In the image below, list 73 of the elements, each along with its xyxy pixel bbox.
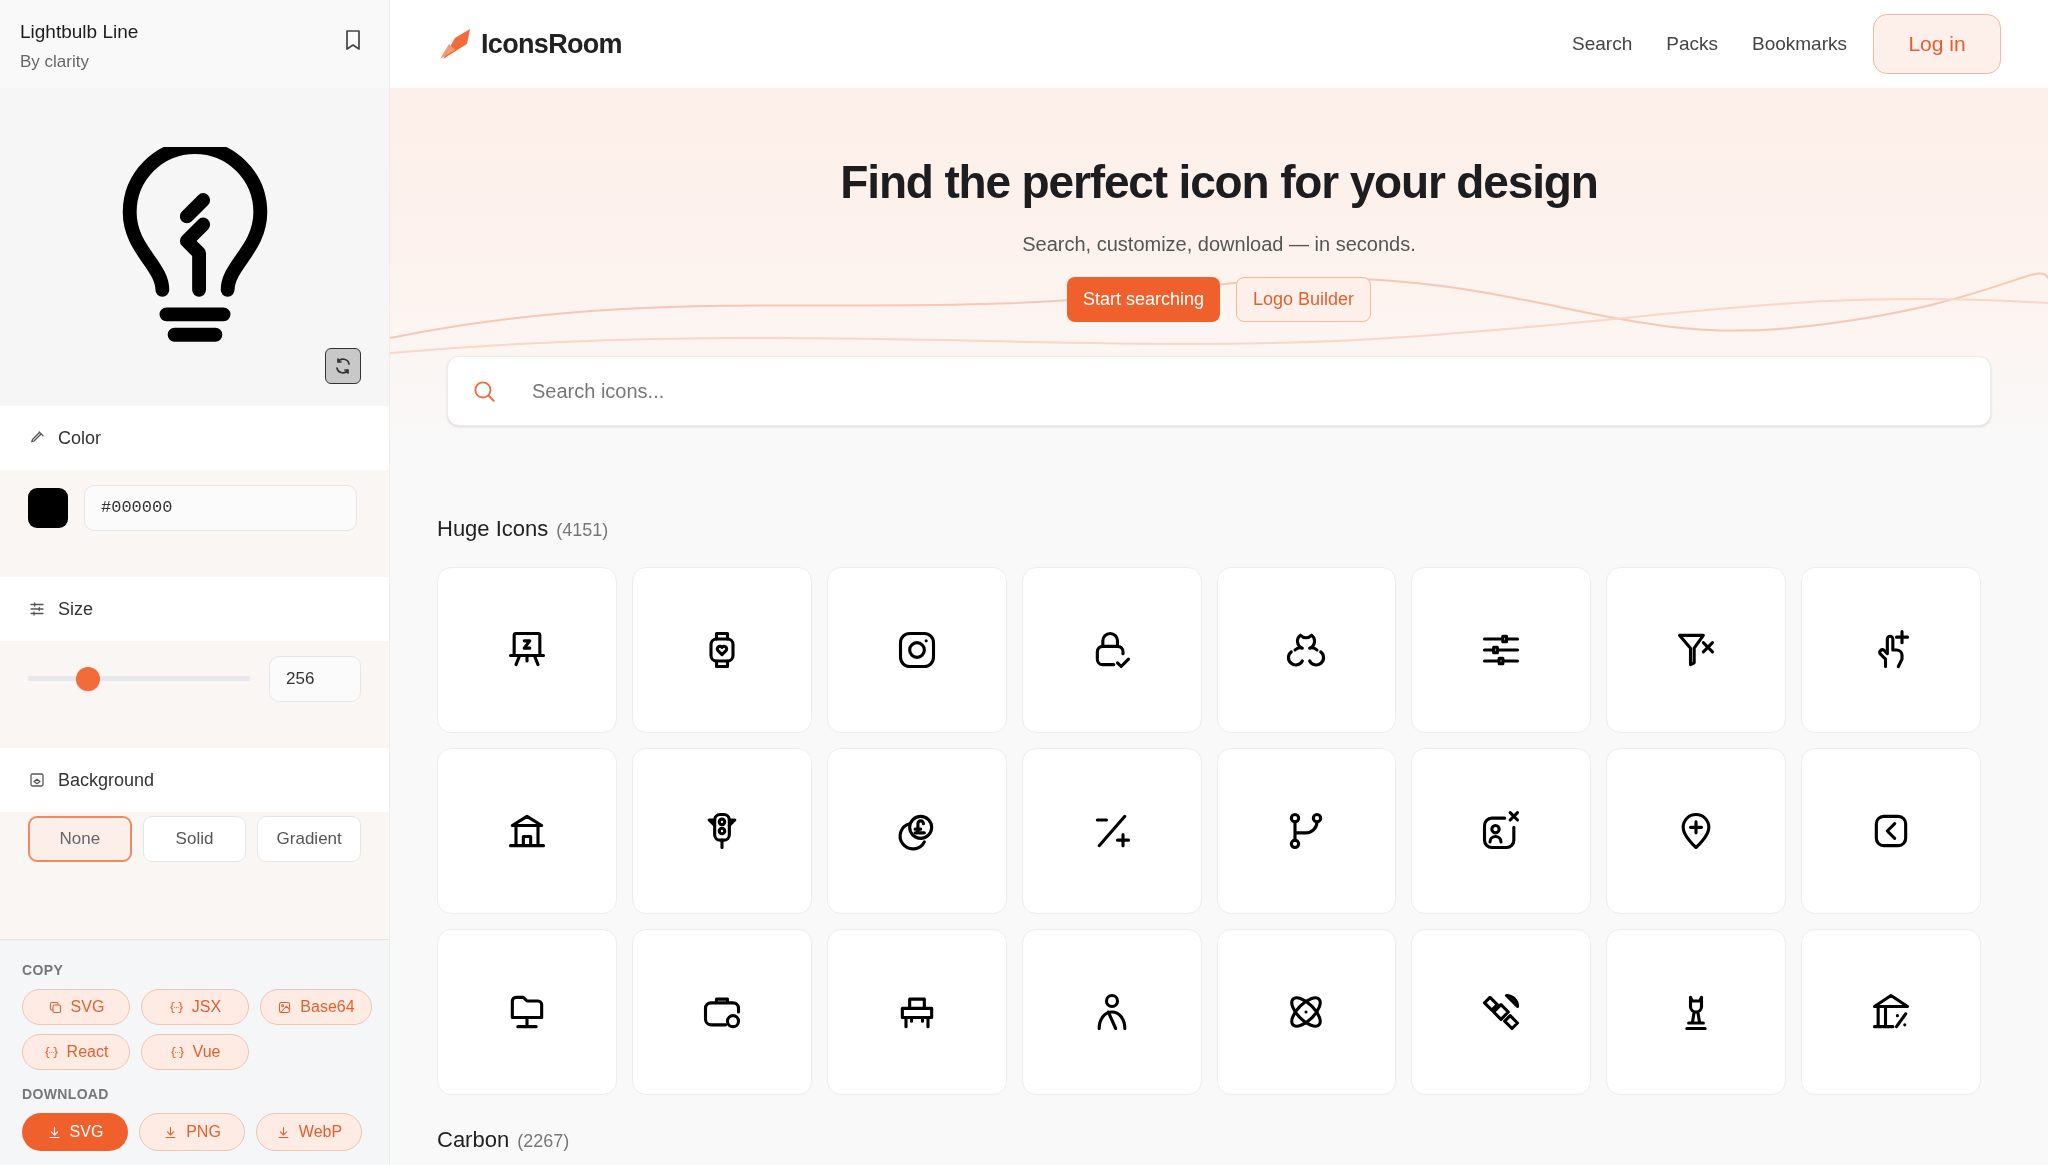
nav-link[interactable]: Bookmarks: [1751, 29, 1847, 59]
refresh-button[interactable]: [325, 348, 361, 384]
icon-card[interactable]: [826, 748, 1007, 914]
braces-icon: [43, 1044, 59, 1060]
icon-card[interactable]: [631, 567, 812, 733]
sliders-icon: [28, 600, 46, 618]
copy-button[interactable]: SVG: [22, 989, 130, 1025]
logo-text: IconsRoom: [481, 27, 622, 61]
download-icon: [46, 1124, 62, 1140]
icon-card[interactable]: [1021, 567, 1202, 733]
copy-button[interactable]: Base64: [260, 989, 372, 1025]
icon-card[interactable]: [1606, 748, 1787, 914]
background-option[interactable]: Gradient: [257, 816, 361, 862]
copy-heading: COPY: [22, 961, 65, 980]
hero-subtitle: Search, customize, download — in seconds.: [1022, 232, 1416, 257]
copy-button[interactable]: Vue: [141, 1034, 249, 1070]
icon-card[interactable]: [1021, 748, 1202, 914]
nav-link[interactable]: Search: [1572, 29, 1633, 59]
nav-link[interactable]: Packs: [1666, 29, 1718, 59]
color-swatch[interactable]: [28, 487, 68, 528]
author-text: By clarity: [20, 52, 90, 72]
braces-icon: [168, 999, 184, 1015]
login-button[interactable]: Log in: [1873, 14, 2001, 74]
icon-card[interactable]: [1606, 567, 1787, 733]
logo-icon: [437, 26, 473, 62]
download-button[interactable]: PNG: [139, 1113, 245, 1151]
size-input-field[interactable]: 256: [269, 655, 361, 702]
section-label: Color: [58, 426, 101, 450]
copy-button[interactable]: React: [22, 1034, 130, 1070]
icon-card[interactable]: [1216, 929, 1397, 1095]
download-icon: [163, 1124, 179, 1140]
icon-card[interactable]: [1411, 929, 1592, 1095]
icon-card[interactable]: [1216, 748, 1397, 914]
icon-card[interactable]: [631, 929, 812, 1095]
hero-title: Find the perfect icon for your design: [840, 155, 1598, 210]
icon-card[interactable]: [1216, 567, 1397, 733]
icon-card[interactable]: [1801, 929, 1981, 1095]
search-field[interactable]: Search icons...: [447, 356, 1991, 426]
icon-title: Lightbulb Line: [20, 20, 139, 44]
icon-card[interactable]: [1411, 748, 1592, 914]
hero-button[interactable]: Logo Builder: [1236, 277, 1372, 322]
icon-card[interactable]: [1801, 567, 1981, 733]
icon-card[interactable]: [437, 567, 617, 733]
download-icon: [275, 1124, 291, 1140]
hex-input-field[interactable]: #000000: [84, 484, 357, 531]
icon-card[interactable]: [437, 929, 617, 1095]
icon-card[interactable]: [1411, 567, 1592, 733]
copy-button[interactable]: JSX: [141, 989, 249, 1025]
background-option[interactable]: None: [28, 816, 132, 862]
icon-card[interactable]: [631, 748, 812, 914]
icon-card[interactable]: [1801, 748, 1981, 914]
section-label: Background: [58, 768, 155, 792]
braces-icon: [169, 1044, 185, 1060]
background-icon: [28, 771, 46, 789]
icon-card[interactable]: [437, 748, 617, 914]
download-button[interactable]: SVG: [22, 1113, 128, 1151]
section-count: (4151): [556, 519, 609, 542]
background-option[interactable]: Solid: [142, 816, 247, 862]
section-count: (2267): [517, 1130, 570, 1153]
icon-card[interactable]: [1021, 929, 1202, 1095]
download-heading: DOWNLOAD: [22, 1085, 110, 1104]
slider-thumb[interactable]: [75, 666, 100, 691]
icon-card[interactable]: [826, 567, 1007, 733]
copy-icon: [47, 999, 63, 1015]
hero-button[interactable]: Start searching: [1066, 277, 1220, 322]
image-icon: [277, 999, 293, 1015]
section-title: Carbon: [437, 1126, 510, 1154]
search-icon: [471, 378, 497, 404]
download-button[interactable]: WebP: [256, 1113, 362, 1151]
icon-card[interactable]: [1606, 929, 1787, 1095]
section-title: Huge Icons: [437, 515, 549, 543]
section-label: Size: [58, 597, 93, 621]
icon-card[interactable]: [826, 929, 1007, 1095]
